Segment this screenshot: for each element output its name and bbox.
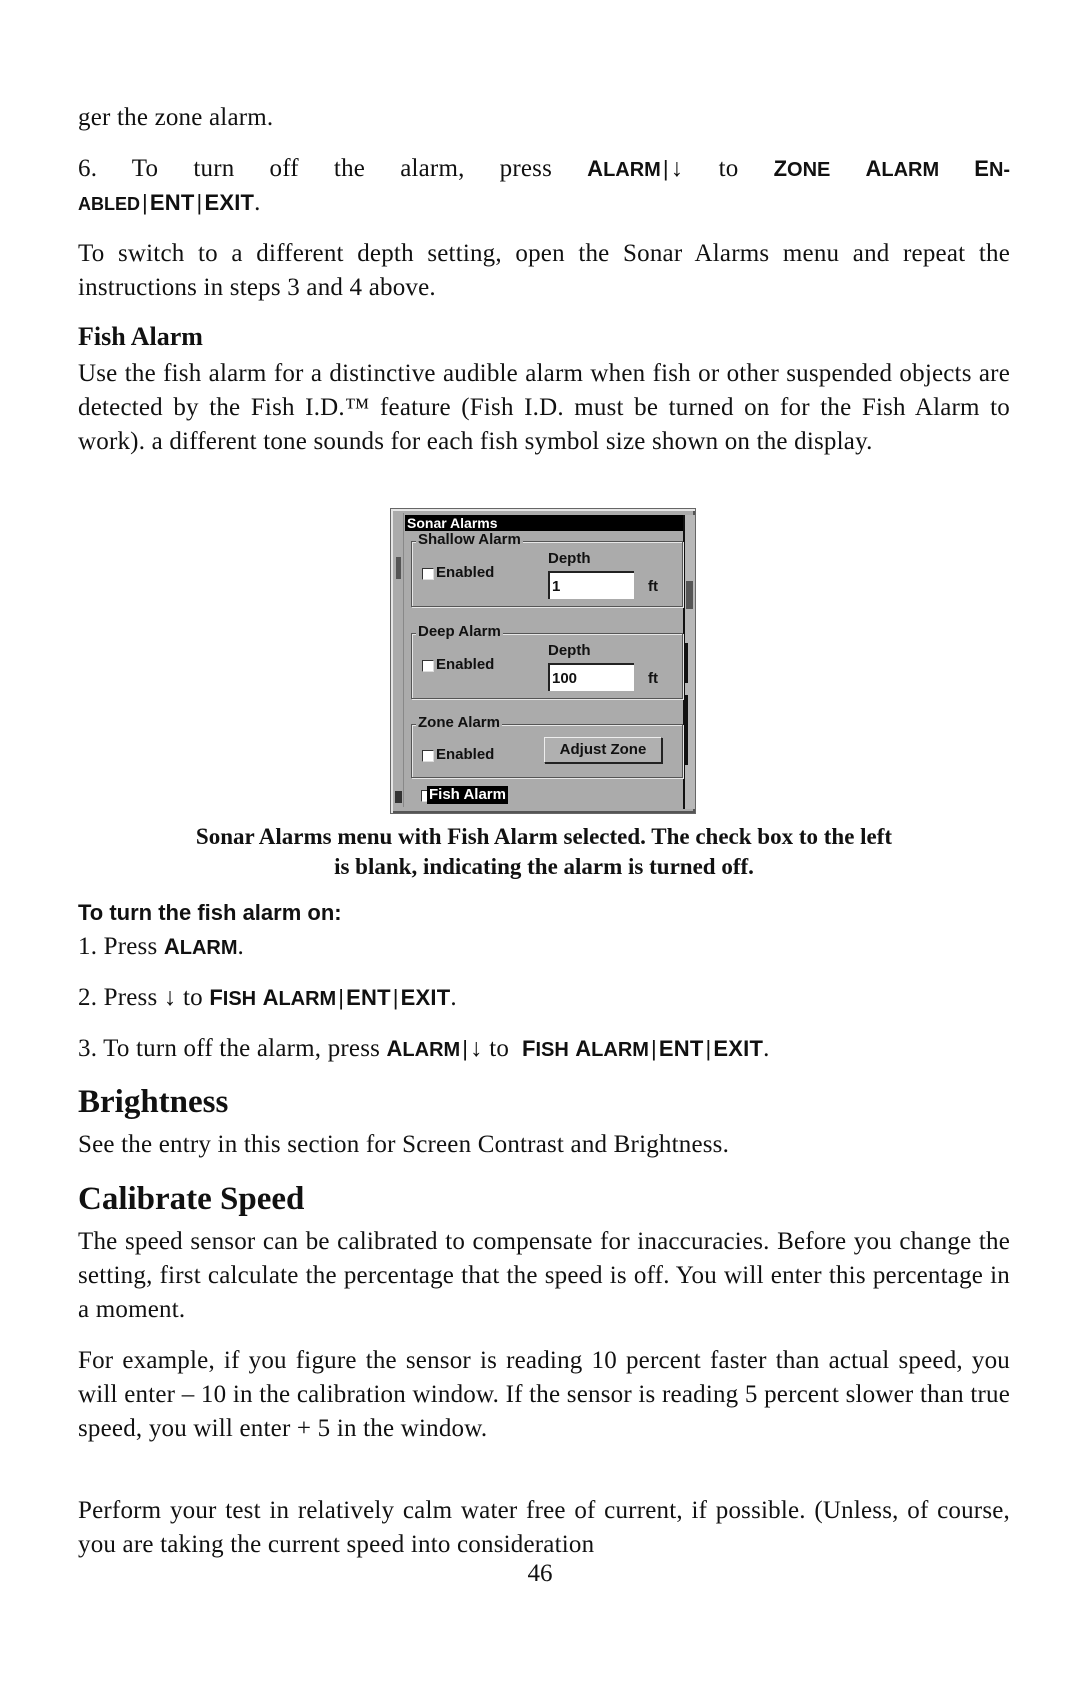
down-arrow-icon: ↓ — [670, 155, 684, 182]
step-6-line-2: ABLED|ENT|EXIT. — [78, 189, 261, 216]
key-fish: FISH — [209, 985, 257, 1010]
sonar-alarms-dialog: Sonar Alarms Shallow Alarm Enabled Depth… — [390, 508, 696, 814]
zone-enabled-checkbox[interactable] — [422, 750, 434, 762]
key-ent: ENT — [346, 985, 391, 1010]
dialog-title: Sonar Alarms — [405, 515, 684, 531]
switch-depth-paragraph: To switch to a different depth setting, … — [78, 240, 1010, 301]
shallow-enabled-label: Enabled — [436, 564, 495, 581]
step-6-line-1: 6. To turn off the alarm, press ALARM|↓ … — [78, 155, 1011, 182]
right-scrollbar-thumb[interactable] — [686, 581, 693, 609]
key-enabled: EN- — [974, 156, 1011, 181]
left-scrollbar-thumb[interactable] — [396, 557, 401, 579]
key-alarm: ALARM — [262, 985, 337, 1010]
shallow-alarm-label: Shallow Alarm — [416, 531, 523, 549]
deep-enabled-label: Enabled — [436, 656, 495, 673]
deep-alarm-group: Deep Alarm Enabled Depth 100 ft — [411, 623, 683, 699]
turn-on-step-1: 1. Press ALARM. — [78, 933, 244, 960]
zone-alarm-group: Zone Alarm Enabled Adjust Zone — [411, 714, 683, 778]
deep-depth-label: Depth — [548, 642, 591, 659]
key-exit: EXIT — [713, 1036, 764, 1061]
key-fish: FISH — [522, 1036, 569, 1061]
brightness-paragraph: See the entry in this section for Screen… — [78, 1131, 730, 1158]
deep-depth-input[interactable]: 100 — [548, 663, 634, 691]
key-alarm: ALARM — [575, 1036, 649, 1061]
key-alarm: ALARM — [587, 156, 661, 181]
figure-caption: Sonar Alarms menu with Fish Alarm select… — [195, 824, 893, 879]
key-exit: EXIT — [400, 985, 451, 1010]
calibrate-paragraph-2: For example, if you figure the sensor is… — [78, 1347, 1010, 1442]
key-alarm-2: ALARM — [865, 156, 940, 181]
fish-alarm-heading: Fish Alarm — [78, 322, 203, 351]
fish-alarm-paragraph: Use the fish alarm for a distinctive aud… — [78, 360, 1010, 455]
right-scrollbar[interactable] — [683, 515, 695, 809]
calibrate-paragraph-1: The speed sensor can be calibrated to co… — [78, 1228, 1010, 1323]
deep-depth-unit: ft — [648, 670, 658, 687]
key-exit: EXIT — [204, 190, 255, 215]
right-scroll-marker-2 — [685, 695, 688, 765]
shallow-depth-input[interactable]: 1 — [548, 571, 634, 599]
deep-enabled-checkbox[interactable] — [422, 660, 434, 672]
calibrate-speed-heading: Calibrate Speed — [78, 1181, 305, 1217]
key-ent: ENT — [149, 190, 195, 215]
left-scroll-marker — [395, 791, 402, 803]
page-number: 46 — [527, 1560, 553, 1587]
key-alarm: ALARM — [386, 1036, 461, 1061]
key-ent: ENT — [658, 1036, 704, 1061]
turn-on-step-2: 2. Press ↓ to FISH ALARM|ENT|EXIT. — [78, 984, 457, 1011]
shallow-alarm-group: Shallow Alarm Enabled Depth 1 ft — [411, 531, 683, 607]
deep-alarm-label: Deep Alarm — [416, 623, 503, 641]
turn-on-step-3: 3. To turn off the alarm, press ALARM|↓ … — [78, 1035, 770, 1062]
key-zone: ZONE — [773, 156, 831, 181]
turn-on-heading: To turn the fish alarm on: — [78, 900, 342, 925]
right-scroll-marker — [685, 643, 688, 683]
brightness-heading: Brightness — [78, 1084, 229, 1120]
adjust-zone-button[interactable]: Adjust Zone — [544, 737, 662, 763]
key-alarm: ALARM — [163, 934, 238, 959]
down-arrow-icon: ↓ — [163, 984, 177, 1011]
shallow-depth-label: Depth — [548, 550, 591, 567]
zone-alarm-label: Zone Alarm — [416, 714, 502, 732]
shallow-enabled-checkbox[interactable] — [422, 568, 434, 580]
continuation-text: ger the zone alarm. — [78, 104, 274, 131]
down-arrow-icon: ↓ — [470, 1035, 483, 1062]
shallow-depth-unit: ft — [648, 578, 658, 595]
calibrate-paragraph-3: Perform your test in relatively calm wat… — [78, 1497, 1010, 1558]
zone-enabled-label: Enabled — [436, 746, 495, 763]
fish-alarm-label-selected[interactable]: Fish Alarm — [427, 786, 508, 804]
